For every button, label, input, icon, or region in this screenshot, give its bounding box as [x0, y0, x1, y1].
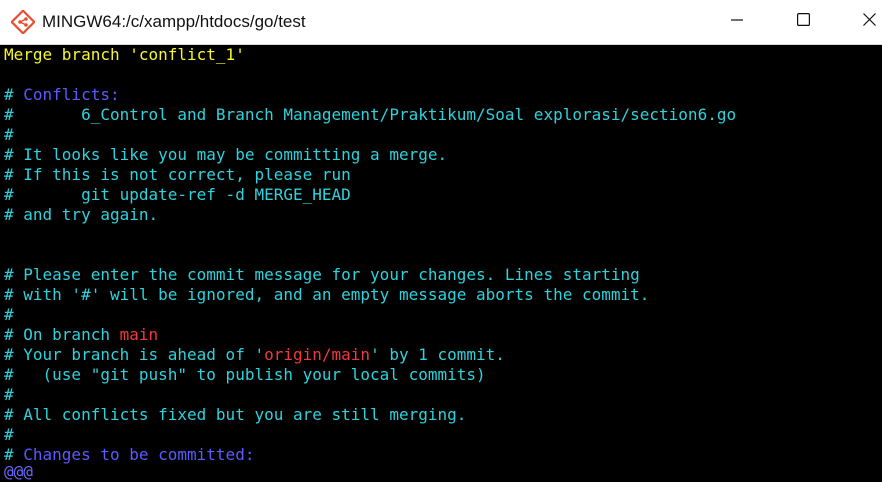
truncated-line-marker: @@@	[4, 462, 33, 481]
comment-line: # All conflicts fixed but you are still …	[4, 405, 467, 424]
title-bar[interactable]: MINGW64:/c/xampp/htdocs/go/test	[0, 0, 882, 45]
comment-line: # git update-ref -d MERGE_HEAD	[4, 185, 351, 204]
comment-line: #	[4, 305, 14, 324]
comment-line: # It looks like you may be committing a …	[4, 145, 448, 164]
git-bash-icon	[10, 9, 36, 35]
conflict-file-line: # 6_Control and Branch Management/Prakti…	[4, 105, 737, 124]
conflicts-heading-line: # Conflicts:	[4, 85, 120, 105]
maximize-icon	[796, 13, 810, 31]
changes-heading: Changes to be committed:	[23, 445, 255, 464]
minimize-icon	[731, 13, 743, 31]
comment-line: #	[4, 385, 14, 404]
ahead-text-pre: # Your branch is ahead of '	[4, 345, 265, 364]
terminal-editor[interactable]: Merge branch 'conflict_1' # Conflicts: #…	[0, 45, 882, 482]
branch-name: main	[119, 325, 159, 344]
commit-subject-line[interactable]: Merge branch 'conflict_1'	[4, 45, 245, 65]
comment-line: #	[4, 425, 14, 444]
comment-line: #	[4, 125, 14, 144]
maximize-button[interactable]	[780, 0, 826, 44]
close-icon	[862, 13, 876, 31]
changes-heading-line: # Changes to be committed:	[4, 445, 254, 465]
comment-line: # with '#' will be ignored, and an empty…	[4, 285, 650, 304]
ahead-text-post: ' by 1 commit.	[370, 345, 505, 364]
close-button[interactable]	[846, 0, 882, 44]
minimize-button[interactable]	[714, 0, 760, 44]
comment-line: # If this is not correct, please run	[4, 165, 351, 184]
comment-line: # and try again.	[4, 205, 159, 224]
comment-hash: #	[4, 85, 24, 104]
upstream-branch-name: origin/main	[264, 345, 371, 364]
comment-line: # Please enter the commit message for yo…	[4, 265, 640, 284]
window-title: MINGW64:/c/xampp/htdocs/go/test	[42, 12, 306, 31]
on-branch-text: # On branch	[4, 325, 120, 344]
ahead-status-line: # Your branch is ahead of 'origin/main' …	[4, 345, 505, 365]
on-branch-line: # On branch main	[4, 325, 158, 345]
conflicts-heading: Conflicts:	[23, 85, 120, 104]
comment-line: # (use "git push" to publish your local …	[4, 365, 486, 384]
